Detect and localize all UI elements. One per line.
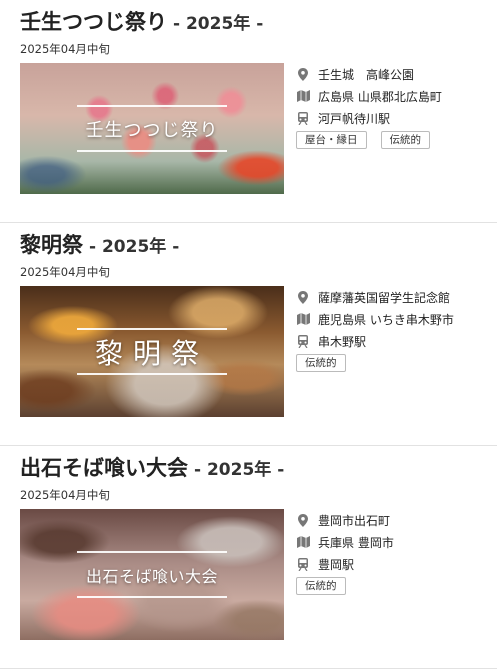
station-text: 河戸帆待川駅 [318, 111, 391, 126]
tag[interactable]: 伝統的 [296, 354, 346, 372]
address-row: 鹿児島県 いちき串木野市 [296, 308, 454, 330]
address-row: 広島県 山県郡北広島町 [296, 85, 442, 107]
address-text: 広島県 山県郡北広島町 [318, 89, 442, 104]
event-date: 2025年04月中旬 [20, 488, 110, 502]
event-card[interactable]: 壬生つつじ祭り - 2025年 - 2025年04月中旬 壬生つつじ祭り 壬生城 … [0, 0, 497, 223]
address-text: 兵庫県 豊岡市 [318, 535, 394, 550]
event-thumbnail[interactable]: 壬生つつじ祭り [20, 63, 284, 194]
thumbnail-caption: 壬生つつじ祭り [85, 119, 219, 141]
event-date: 2025年04月中旬 [20, 265, 110, 279]
tag-list: 伝統的 [296, 354, 454, 372]
event-year: - 2025年 - [89, 237, 180, 257]
station-text: 串木野駅 [318, 334, 367, 349]
address-text: 鹿児島県 いちき串木野市 [318, 312, 454, 327]
thumbnail-caption: 黎明祭 [94, 336, 210, 370]
train-icon [296, 334, 310, 348]
map-icon [296, 535, 310, 549]
event-heading: 壬生つつじ祭り - 2025年 - [20, 8, 497, 36]
map-pin-icon [296, 67, 310, 81]
event-thumbnail[interactable]: 出石そば喰い大会 [20, 509, 284, 640]
venue-row: 壬生城 高峰公園 [296, 63, 442, 85]
venue-row: 豊岡市出石町 [296, 509, 394, 531]
map-pin-icon [296, 290, 310, 304]
event-year: - 2025年 - [173, 14, 264, 34]
thumbnail-caption: 出石そば喰い大会 [85, 566, 219, 586]
event-year: - 2025年 - [194, 460, 285, 480]
venue-text: 壬生城 高峰公園 [318, 67, 415, 82]
venue-text: 豊岡市出石町 [318, 513, 391, 528]
map-icon [296, 312, 310, 326]
tag-list: 屋台・縁日 伝統的 [296, 131, 442, 149]
event-date: 2025年04月中旬 [20, 42, 110, 56]
station-row: 串木野駅 [296, 330, 454, 352]
map-pin-icon [296, 513, 310, 527]
venue-row: 薩摩藩英国留学生記念館 [296, 286, 454, 308]
event-title[interactable]: 出石そば喰い大会 [20, 456, 188, 480]
train-icon [296, 557, 310, 571]
address-row: 兵庫県 豊岡市 [296, 531, 394, 553]
event-title[interactable]: 黎明祭 [20, 233, 83, 257]
event-heading: 黎明祭 - 2025年 - [20, 231, 497, 259]
event-thumbnail[interactable]: 黎明祭 [20, 286, 284, 417]
tag[interactable]: 屋台・縁日 [296, 131, 367, 149]
train-icon [296, 111, 310, 125]
station-text: 豊岡駅 [318, 557, 355, 572]
map-icon [296, 89, 310, 103]
event-card[interactable]: 出石そば喰い大会 - 2025年 - 2025年04月中旬 出石そば喰い大会 豊岡… [0, 446, 497, 669]
event-heading: 出石そば喰い大会 - 2025年 - [20, 454, 497, 482]
venue-text: 薩摩藩英国留学生記念館 [318, 290, 451, 305]
tag[interactable]: 伝統的 [296, 577, 346, 595]
tag-list: 伝統的 [296, 577, 394, 595]
tag[interactable]: 伝統的 [380, 131, 430, 149]
event-card[interactable]: 黎明祭 - 2025年 - 2025年04月中旬 黎明祭 薩摩藩英国留学生記念館 … [0, 223, 497, 446]
station-row: 河戸帆待川駅 [296, 107, 442, 129]
event-title[interactable]: 壬生つつじ祭り [20, 10, 167, 34]
station-row: 豊岡駅 [296, 553, 394, 575]
